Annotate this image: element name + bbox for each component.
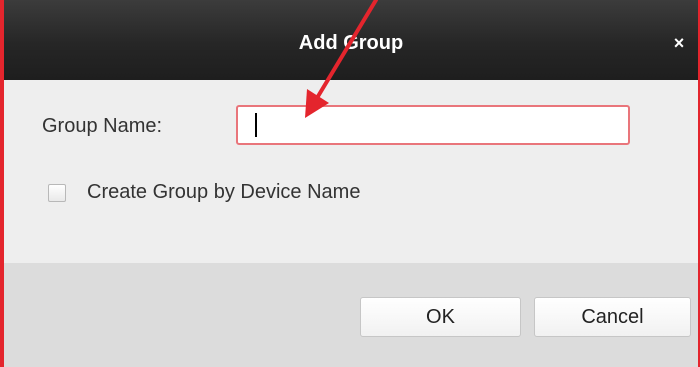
cancel-button[interactable]: Cancel: [534, 297, 691, 337]
close-icon[interactable]: ×: [668, 30, 690, 56]
dialog-body: Group Name: Create Group by Device Name: [4, 80, 698, 263]
group-name-input[interactable]: [236, 105, 630, 145]
group-name-label: Group Name:: [42, 115, 163, 137]
ok-button[interactable]: OK: [360, 297, 521, 337]
add-group-dialog: Add Group × Group Name: Create Group by …: [0, 0, 700, 367]
dialog-footer: OK Cancel: [4, 263, 698, 367]
text-caret: [255, 113, 257, 137]
dialog-titlebar: Add Group ×: [4, 0, 698, 80]
dialog-title: Add Group: [298, 32, 404, 54]
create-group-by-device-name-option[interactable]: Create Group by Device Name: [48, 181, 360, 204]
create-group-checkbox-label[interactable]: Create Group by Device Name: [87, 181, 360, 204]
create-group-checkbox[interactable]: [48, 183, 66, 202]
